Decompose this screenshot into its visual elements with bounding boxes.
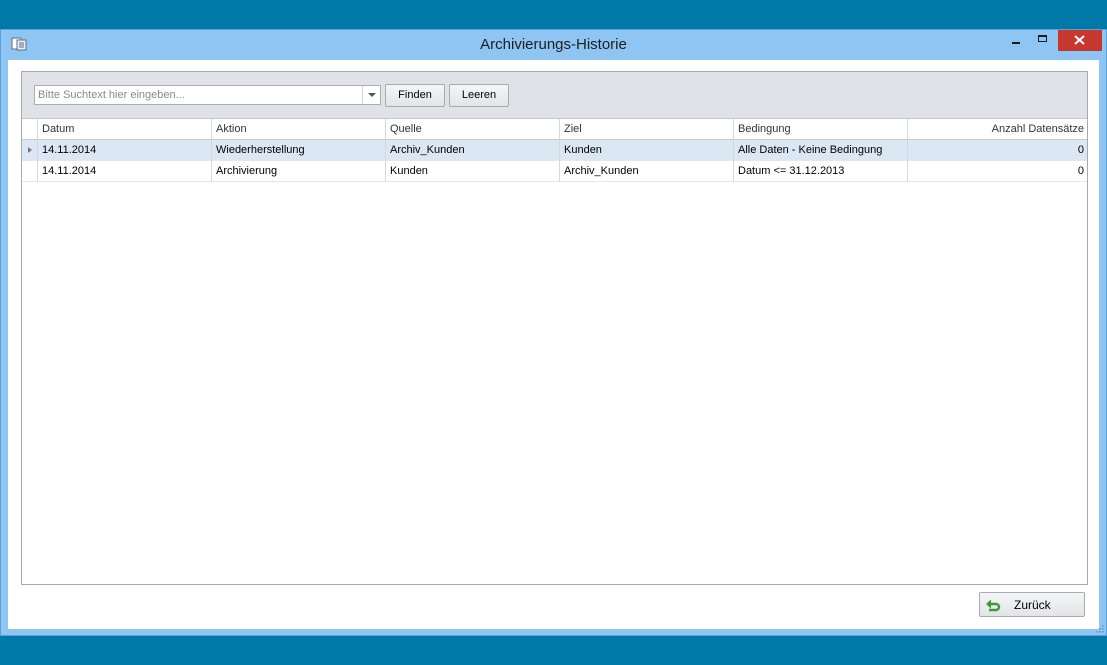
row-indicator[interactable] [22,161,38,182]
cell-anzahl[interactable]: 0 [908,161,1087,182]
minimize-button[interactable] [1004,30,1028,51]
search-input[interactable] [35,86,361,104]
find-button[interactable]: Finden [385,84,445,107]
row-indicator-header [22,119,38,140]
back-button-label: Zurück [1014,598,1051,612]
maximize-button[interactable] [1031,30,1055,51]
title-bar[interactable]: Archivierungs-Historie [1,30,1106,60]
minimize-icon [1012,42,1020,44]
grid-header: Datum Aktion Quelle Ziel Bedingung Anzah… [22,119,1087,140]
window-title: Archivierungs-Historie [480,36,627,53]
table-row[interactable]: 14.11.2014 Archivierung Kunden Archiv_Ku… [22,161,1087,182]
cell-bedingung[interactable]: Alle Daten - Keine Bedingung [734,140,908,161]
chevron-down-icon[interactable] [362,86,380,104]
history-panel: Finden Leeren Datum Aktion Quelle Ziel B… [21,71,1088,585]
cell-aktion[interactable]: Archivierung [212,161,386,182]
archive-history-window: Archivierungs-Historie Finden Leeren [0,29,1107,636]
clear-button[interactable]: Leeren [449,84,509,107]
cell-ziel[interactable]: Archiv_Kunden [560,161,734,182]
maximize-icon [1038,35,1047,42]
cell-quelle[interactable]: Archiv_Kunden [386,140,560,161]
undo-arrow-icon [985,598,1001,615]
column-header-ziel[interactable]: Ziel [560,119,734,140]
cell-anzahl[interactable]: 0 [908,140,1087,161]
cell-quelle[interactable]: Kunden [386,161,560,182]
close-icon [1074,35,1085,45]
resize-grip-icon[interactable] [1096,625,1104,633]
column-header-datum[interactable]: Datum [38,119,212,140]
cell-bedingung[interactable]: Datum <= 31.12.2013 [734,161,908,182]
row-pointer-icon [28,147,32,153]
search-combo[interactable] [34,85,381,105]
history-grid: Datum Aktion Quelle Ziel Bedingung Anzah… [22,119,1087,182]
close-button[interactable] [1058,30,1102,51]
column-header-aktion[interactable]: Aktion [212,119,386,140]
column-header-anzahl[interactable]: Anzahl Datensätze [908,119,1087,140]
client-area: Finden Leeren Datum Aktion Quelle Ziel B… [8,60,1099,629]
column-header-bedingung[interactable]: Bedingung [734,119,908,140]
table-row[interactable]: 14.11.2014 Wiederherstellung Archiv_Kund… [22,140,1087,161]
cell-datum[interactable]: 14.11.2014 [38,161,212,182]
cell-datum[interactable]: 14.11.2014 [38,140,212,161]
row-indicator[interactable] [22,140,38,161]
cell-aktion[interactable]: Wiederherstellung [212,140,386,161]
column-header-quelle[interactable]: Quelle [386,119,560,140]
back-button[interactable]: Zurück [979,592,1085,617]
search-toolbar: Finden Leeren [22,72,1087,119]
cell-ziel[interactable]: Kunden [560,140,734,161]
